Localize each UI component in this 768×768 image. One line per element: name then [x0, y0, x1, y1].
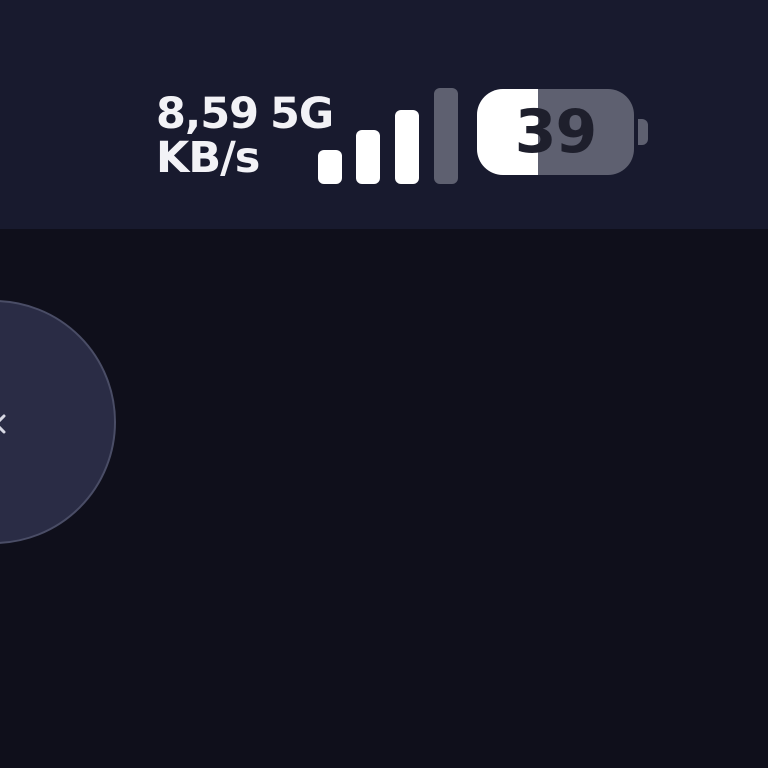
status-bar: 8,59 KB/s 5G 39: [0, 0, 768, 229]
signal-bar-1: [318, 150, 342, 184]
battery-level-text: 39: [514, 97, 598, 167]
battery-body: 39: [477, 89, 634, 175]
signal-bar-3: [395, 110, 419, 184]
network-speed: 8,59 KB/s: [156, 89, 260, 183]
network-speed-value: 8,59: [156, 89, 259, 139]
battery-icon: 39: [477, 89, 653, 175]
signal-bar-2: [356, 130, 380, 184]
battery-cap: [638, 119, 648, 145]
signal-bar-4: [434, 88, 458, 184]
chevron-left-icon: [0, 414, 6, 434]
screen: 8,59 KB/s 5G 39: [0, 0, 768, 768]
floating-back-button[interactable]: [0, 300, 116, 544]
network-speed-unit: KB/s: [156, 133, 260, 183]
signal-strength-icon: [318, 88, 460, 184]
